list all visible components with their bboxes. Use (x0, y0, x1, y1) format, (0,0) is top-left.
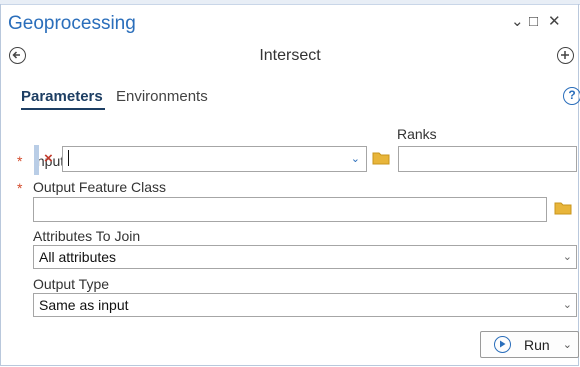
ranks-field[interactable] (398, 146, 577, 172)
text-cursor (68, 150, 69, 166)
run-button-label: Run (524, 337, 550, 353)
close-pane-icon[interactable]: ✕ (548, 13, 561, 31)
maximize-pane-icon[interactable]: □ (529, 13, 538, 31)
play-icon (494, 336, 511, 353)
collapse-pane-icon[interactable]: ⌄ (511, 13, 524, 31)
required-marker: * (17, 180, 23, 196)
run-options-chevron-icon[interactable]: ⌄ (563, 338, 572, 351)
tab-environments[interactable]: Environments (116, 88, 208, 105)
input-features-dropdown-icon[interactable]: ⌄ (351, 152, 360, 165)
input-row-marker (34, 145, 39, 175)
folder-icon[interactable] (372, 150, 392, 171)
tool-title: Intersect (259, 47, 321, 64)
output-feature-class-field[interactable] (33, 197, 547, 222)
add-icon[interactable] (557, 47, 574, 64)
output-type-value: Same as input (39, 297, 129, 313)
input-features-field[interactable]: ⌄ (62, 146, 367, 172)
help-icon[interactable]: ? (563, 87, 580, 105)
attributes-to-join-label: Attributes To Join (33, 228, 141, 244)
required-marker: * (17, 153, 23, 169)
active-tab-indicator (21, 108, 105, 110)
pane-title: Geoprocessing (8, 13, 136, 34)
attributes-to-join-value: All attributes (39, 249, 117, 265)
output-feature-class-label: Output Feature Class (33, 179, 167, 195)
tab-parameters[interactable]: Parameters (21, 88, 103, 105)
ranks-label: Ranks (397, 126, 437, 142)
run-button[interactable]: Run ⌄ (480, 331, 579, 358)
output-type-label: Output Type (33, 276, 110, 292)
folder-icon[interactable] (554, 200, 574, 221)
remove-input-icon[interactable]: × (44, 150, 53, 167)
attributes-to-join-select[interactable]: All attributes ⌄ (33, 245, 577, 269)
output-type-select[interactable]: Same as input ⌄ (33, 293, 577, 317)
chevron-down-icon: ⌄ (562, 251, 572, 263)
chevron-down-icon: ⌄ (562, 299, 572, 311)
